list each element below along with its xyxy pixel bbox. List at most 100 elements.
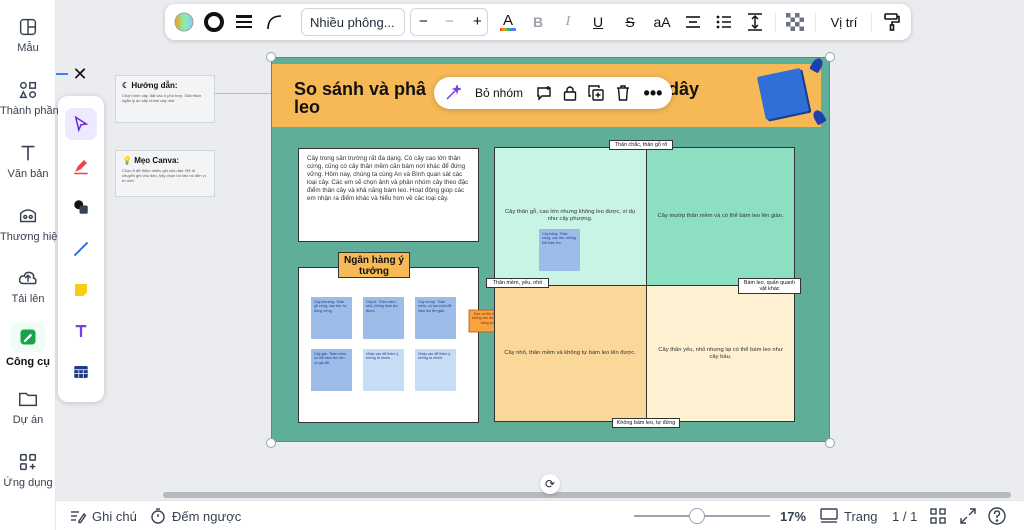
- italic-button[interactable]: I: [555, 4, 581, 40]
- line-tool[interactable]: [65, 233, 97, 265]
- align-button[interactable]: [680, 4, 706, 40]
- design-page[interactable]: So sánh và phâ dây leo Cây trong sân trườ…: [271, 56, 830, 442]
- idea-sticky-note[interactable]: Cây mướp: Thân mềm, có tua cuốn để bám l…: [415, 297, 456, 339]
- draw-tool[interactable]: [65, 150, 97, 182]
- rail-item-tools[interactable]: Công cụ: [0, 322, 56, 368]
- idea-sticky-note[interactable]: Nhấp vào để thêm ý tưởng từ nhóm.: [363, 349, 404, 391]
- tools-icon: [20, 329, 36, 345]
- lines-icon: [236, 15, 252, 28]
- rail-item-brand[interactable]: Thương hiệu: [0, 205, 64, 243]
- idea-sticky-note[interactable]: Cây phượng: Thân gỗ cứng, cao lớn, tự đứ…: [311, 297, 352, 339]
- tools-icon-wrap: [10, 322, 46, 352]
- left-rail: Mẫu Thành phần Văn bản Thương hiệu Tải l…: [0, 0, 64, 530]
- font-size-stepper[interactable]: − − +: [410, 8, 488, 36]
- upload-icon: [18, 271, 37, 285]
- strikethrough-button[interactable]: S: [617, 4, 643, 40]
- page-count[interactable]: 1 / 1: [892, 501, 917, 530]
- table-tool[interactable]: [65, 356, 97, 388]
- zoom-level[interactable]: 17%: [780, 501, 806, 530]
- comment-button[interactable]: [532, 77, 556, 109]
- color-palette-icon: [174, 12, 194, 32]
- guide-comment[interactable]: ☾ Hướng dẫn: Chọn hình cây, đặt vào ô ph…: [115, 75, 215, 123]
- grid-view-icon: [930, 508, 946, 524]
- rail-label: Ứng dụng: [3, 477, 53, 489]
- text-color-button[interactable]: A: [495, 4, 521, 40]
- resize-handle[interactable]: [825, 52, 835, 62]
- font-family-select[interactable]: Nhiều phông...: [301, 8, 405, 36]
- shapes-tool[interactable]: [65, 191, 97, 223]
- lock-button[interactable]: [558, 77, 582, 109]
- idea-bank-title[interactable]: Ngân hàng ý tưởng: [338, 252, 410, 278]
- letter-case-button[interactable]: aA: [647, 4, 677, 40]
- sticky-note-graphic[interactable]: [756, 67, 810, 121]
- rail-item-apps[interactable]: Ứng dụng: [0, 451, 56, 489]
- rail-item-templates[interactable]: Mẫu: [0, 16, 56, 54]
- circle-outline-icon: [204, 12, 224, 32]
- delete-button[interactable]: [611, 77, 635, 109]
- border-weight-button[interactable]: [229, 4, 259, 40]
- resize-handle[interactable]: [266, 438, 276, 448]
- rail-item-text[interactable]: Văn bản: [0, 142, 56, 180]
- notes-button[interactable]: Ghi chú: [70, 501, 137, 530]
- zoom-slider-handle[interactable]: [689, 508, 705, 524]
- axis-label-right[interactable]: Bám leo, quấn quanh vật khác: [738, 278, 801, 294]
- duplicate-button[interactable]: [584, 77, 608, 109]
- magic-edit-button[interactable]: [438, 77, 468, 109]
- help-icon: [988, 507, 1006, 525]
- copy-style-button[interactable]: [879, 4, 905, 40]
- rail-label: Thương hiệu: [0, 231, 64, 243]
- idea-sticky-note[interactable]: Cây gấc: Thân mềm, có thể bám leo nếu có…: [311, 349, 352, 391]
- bottom-bar: Ghi chú Đếm ngược 17% Trang 1 / 1: [56, 500, 1024, 530]
- notes-label: Ghi chú: [92, 508, 137, 524]
- align-center-icon: [686, 16, 700, 28]
- comment-body: Chọn hình cây, đặt vào ô phù hợp. Giải t…: [122, 93, 202, 103]
- bold-button[interactable]: B: [525, 4, 551, 40]
- font-size-value[interactable]: −: [445, 13, 454, 30]
- rail-item-upload[interactable]: Tải lên: [0, 267, 56, 305]
- idea-sticky-note[interactable]: Cây bí: Thân mềm, nhỏ, không bám leo đượ…: [363, 297, 404, 339]
- help-button[interactable]: [988, 501, 1006, 530]
- border-style-button[interactable]: [199, 4, 229, 40]
- transparency-button[interactable]: [783, 4, 807, 40]
- divider: [815, 13, 816, 31]
- corner-icon: [267, 15, 282, 30]
- text-toolbar: Nhiều phông... − − + A B I U S aA Vị trí: [165, 4, 911, 40]
- refresh-button[interactable]: ⟳: [540, 474, 560, 494]
- magic-wand-icon: [446, 85, 461, 100]
- axis-label-left[interactable]: Thân mềm, yếu, nhỏ: [486, 278, 549, 288]
- ungroup-button[interactable]: Bỏ nhóm: [468, 77, 530, 109]
- rail-item-elements[interactable]: Thành phần: [0, 79, 59, 117]
- color-swatch-button[interactable]: [169, 4, 199, 40]
- connector-line: [215, 93, 271, 94]
- rainbow-bar: [500, 27, 516, 31]
- sticky-note-tool[interactable]: [65, 274, 97, 306]
- underline-button[interactable]: U: [585, 4, 611, 40]
- position-button[interactable]: Vị trí: [821, 4, 867, 40]
- select-tool[interactable]: [65, 108, 97, 140]
- fullscreen-button[interactable]: [960, 501, 976, 530]
- intro-text-box[interactable]: Cây trong sân trường rất đa dạng. Có cây…: [298, 148, 479, 242]
- spacing-button[interactable]: [742, 4, 768, 40]
- font-size-decrease[interactable]: −: [419, 13, 428, 30]
- sticky-note-icon: [75, 284, 87, 296]
- pages-button[interactable]: Trang: [820, 501, 877, 530]
- text-tool[interactable]: [65, 315, 97, 347]
- tip-comment[interactable]: 💡 Mẹo Canva: Chọn 5 để thêm nhiều ghi ch…: [115, 150, 215, 197]
- idea-sticky-note[interactable]: Nhấp vào để thêm ý tưởng từ nhóm.: [415, 349, 456, 391]
- list-button[interactable]: [711, 4, 737, 40]
- grid-view-button[interactable]: [930, 501, 946, 530]
- font-size-increase[interactable]: +: [473, 13, 482, 30]
- resize-handle[interactable]: [266, 52, 276, 62]
- more-options-button[interactable]: •••: [640, 77, 666, 109]
- brand-icon: [19, 209, 37, 223]
- resize-handle[interactable]: [825, 438, 835, 448]
- corner-rounding-button[interactable]: [259, 4, 289, 40]
- timer-button[interactable]: Đếm ngược: [150, 501, 241, 530]
- close-panel-button[interactable]: ✕: [68, 62, 92, 86]
- pages-label: Trang: [844, 508, 878, 524]
- folder-icon: [19, 392, 37, 407]
- axis-label-bottom[interactable]: Không bám leo, tự đứng: [612, 418, 680, 428]
- rail-item-projects[interactable]: Dự án: [0, 388, 56, 426]
- axis-label-top[interactable]: Thân chắc, thân gỗ rõ: [609, 140, 673, 150]
- horizontal-scrollbar[interactable]: [163, 492, 1011, 498]
